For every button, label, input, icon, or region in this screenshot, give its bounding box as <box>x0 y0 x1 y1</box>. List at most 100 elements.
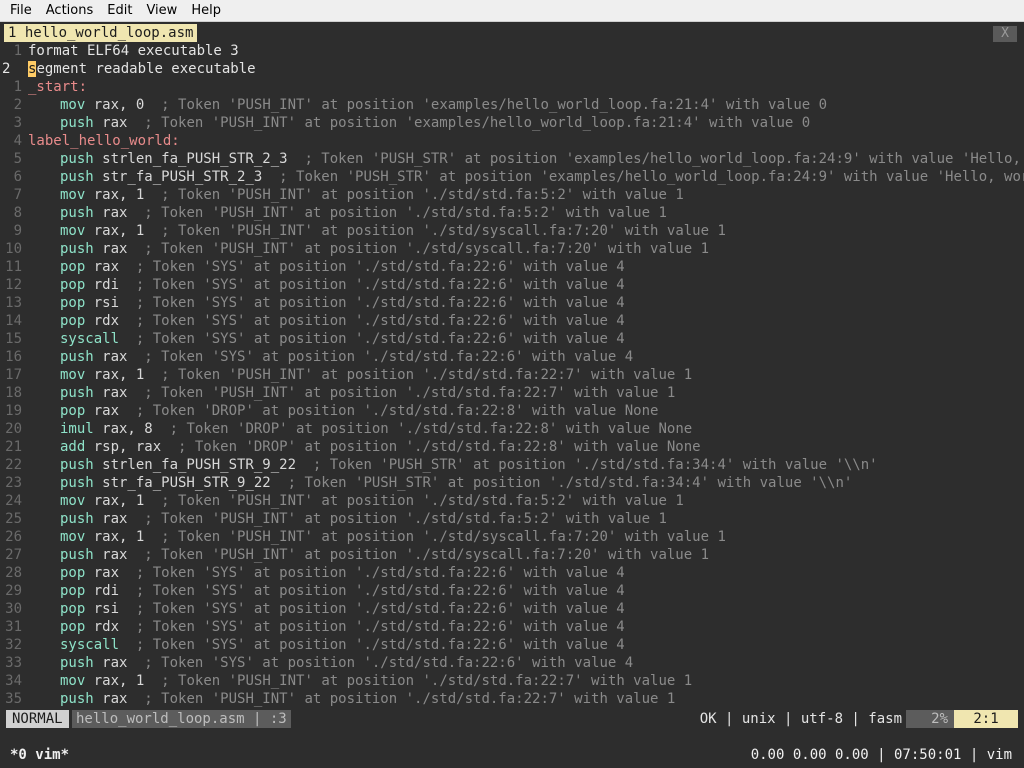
asm-comment: ; Token 'PUSH_INT' at position './std/st… <box>127 691 676 707</box>
asm-comment: ; Token 'PUSH_INT' at position './std/st… <box>127 205 667 221</box>
asm-operands: rax <box>85 565 120 581</box>
asm-instruction: mov <box>60 529 86 545</box>
asm-instruction: pop <box>60 583 86 599</box>
cursor-position: 2:1 <box>954 710 1018 728</box>
file-info: hello_world_loop.asm | :3 <box>72 710 291 728</box>
asm-comment: ; Token 'SYS' at position './std/std.fa:… <box>119 601 625 617</box>
code-text: format ELF64 executable 3 <box>28 43 239 59</box>
code-line[interactable]: 27 push rax ; Token 'PUSH_INT' at positio… <box>0 546 1024 564</box>
code-line[interactable]: 33 push rax ; Token 'SYS' at position './… <box>0 654 1024 672</box>
code-line[interactable]: 2 segment readable executable <box>0 60 1024 78</box>
asm-instruction: add <box>60 439 86 455</box>
code-line[interactable]: 20 imul rax, 8 ; Token 'DROP' at position… <box>0 420 1024 438</box>
asm-instruction: pop <box>60 313 86 329</box>
code-line[interactable]: 16 push rax ; Token 'SYS' at position './… <box>0 348 1024 366</box>
asm-instruction: mov <box>60 187 86 203</box>
code-line[interactable]: 10 push rax ; Token 'PUSH_INT' at positio… <box>0 240 1024 258</box>
asm-operands: rax, 0 <box>85 97 145 113</box>
code-line[interactable]: 15 syscall ; Token 'SYS' at position './s… <box>0 330 1024 348</box>
line-number: 2 <box>2 61 11 77</box>
asm-comment: ; Token 'DROP' at position './std/std.fa… <box>152 421 693 437</box>
line-number: 8 <box>13 205 22 221</box>
menu-help[interactable]: Help <box>184 0 228 22</box>
tmux-window-label[interactable]: *0 vim* <box>10 744 69 766</box>
menu-view[interactable]: View <box>139 0 184 22</box>
code-line[interactable]: 25 push rax ; Token 'PUSH_INT' at positio… <box>0 510 1024 528</box>
code-line[interactable]: 12 pop rdi ; Token 'SYS' at position './s… <box>0 276 1024 294</box>
code-line[interactable]: 34 mov rax, 1 ; Token 'PUSH_INT' at posit… <box>0 672 1024 690</box>
asm-instruction: pop <box>60 259 86 275</box>
asm-comment: ; Token 'DROP' at position './std/std.fa… <box>119 403 659 419</box>
asm-comment: ; Token 'SYS' at position './std/std.fa:… <box>119 331 625 347</box>
line-number: 20 <box>5 421 22 437</box>
code-line[interactable]: 13 pop rsi ; Token 'SYS' at position './s… <box>0 294 1024 312</box>
line-number: 26 <box>5 529 22 545</box>
asm-operands: rdx <box>85 619 120 635</box>
line-number: 24 <box>5 493 22 509</box>
asm-comment: ; Token 'PUSH_INT' at position './std/sy… <box>127 547 710 563</box>
code-line[interactable]: 2 mov rax, 0 ; Token 'PUSH_INT' at positi… <box>0 96 1024 114</box>
terminal[interactable]: 1 hello_world_loop.asm X 1 format ELF64 e… <box>0 22 1024 768</box>
code-line[interactable]: 4 label_hello_world: <box>0 132 1024 150</box>
editor-buffer[interactable]: 1 format ELF64 executable 3 2 segment reada… <box>0 42 1024 730</box>
asm-instruction: push <box>60 349 94 365</box>
asm-operands: rax, 1 <box>85 187 145 203</box>
asm-comment: ; Token 'SYS' at position './std/std.fa:… <box>119 583 625 599</box>
asm-operands: rax, 1 <box>85 367 145 383</box>
code-line[interactable]: 26 mov rax, 1 ; Token 'PUSH_INT' at posit… <box>0 528 1024 546</box>
asm-label: _start: <box>28 79 88 95</box>
tab-active[interactable]: 1 hello_world_loop.asm <box>4 24 198 42</box>
asm-operands: rax, 1 <box>85 529 145 545</box>
code-line[interactable]: 5 push strlen_fa_PUSH_STR_2_3 ; Token 'PU… <box>0 150 1024 168</box>
line-number: 13 <box>5 295 22 311</box>
asm-instruction: push <box>60 475 94 491</box>
line-number: 30 <box>5 601 22 617</box>
line-number: 31 <box>5 619 22 635</box>
code-line[interactable]: 29 pop rdi ; Token 'SYS' at position './s… <box>0 582 1024 600</box>
asm-comment: ; Token 'SYS' at position './std/std.fa:… <box>119 637 625 653</box>
tab-close-button[interactable]: X <box>993 26 1017 42</box>
menu-file[interactable]: File <box>3 0 39 22</box>
asm-instruction: push <box>60 511 94 527</box>
asm-comment: ; Token 'PUSH_INT' at position 'examples… <box>127 115 811 131</box>
asm-instruction: mov <box>60 223 86 239</box>
menu-actions[interactable]: Actions <box>39 0 101 22</box>
code-line[interactable]: 1 format ELF64 executable 3 <box>0 42 1024 60</box>
code-line[interactable]: 21 add rsp, rax ; Token 'DROP' at positio… <box>0 438 1024 456</box>
asm-instruction: pop <box>60 601 86 617</box>
code-line[interactable]: 30 pop rsi ; Token 'SYS' at position './s… <box>0 600 1024 618</box>
code-line[interactable]: 6 push str_fa_PUSH_STR_2_3 ; Token 'PUSH_… <box>0 168 1024 186</box>
code-line[interactable]: 28 pop rax ; Token 'SYS' at position './s… <box>0 564 1024 582</box>
asm-operands: rax, 8 <box>93 421 153 437</box>
code-line[interactable]: 18 push rax ; Token 'PUSH_INT' at positio… <box>0 384 1024 402</box>
line-number: 3 <box>13 115 22 131</box>
line-number: 12 <box>5 277 22 293</box>
code-line[interactable]: 32 syscall ; Token 'SYS' at position './s… <box>0 636 1024 654</box>
code-line[interactable]: 23 push str_fa_PUSH_STR_9_22 ; Token 'PUS… <box>0 474 1024 492</box>
asm-instruction: mov <box>60 493 86 509</box>
asm-comment: ; Token 'PUSH_INT' at position './std/st… <box>144 187 684 203</box>
code-line[interactable]: 22 push strlen_fa_PUSH_STR_9_22 ; Token '… <box>0 456 1024 474</box>
code-line[interactable]: 17 mov rax, 1 ; Token 'PUSH_INT' at posit… <box>0 366 1024 384</box>
code-line[interactable]: 19 pop rax ; Token 'DROP' at position './… <box>0 402 1024 420</box>
code-line[interactable]: 1 _start: <box>0 78 1024 96</box>
asm-operands: rax <box>93 241 128 257</box>
line-number: 7 <box>13 187 22 203</box>
code-line[interactable]: 24 mov rax, 1 ; Token 'PUSH_INT' at posit… <box>0 492 1024 510</box>
code-line[interactable]: 35 push rax ; Token 'PUSH_INT' at positio… <box>0 690 1024 708</box>
code-line[interactable]: 31 pop rdx ; Token 'SYS' at position './s… <box>0 618 1024 636</box>
code-line[interactable]: 9 mov rax, 1 ; Token 'PUSH_INT' at positi… <box>0 222 1024 240</box>
code-line[interactable]: 7 mov rax, 1 ; Token 'PUSH_INT' at positi… <box>0 186 1024 204</box>
mode-indicator: NORMAL <box>6 710 69 728</box>
menu-edit[interactable]: Edit <box>100 0 139 22</box>
menubar: File Actions Edit View Help <box>0 0 1024 22</box>
code-line[interactable]: 3 push rax ; Token 'PUSH_INT' at position… <box>0 114 1024 132</box>
code-line[interactable]: 11 pop rax ; Token 'SYS' at position './s… <box>0 258 1024 276</box>
asm-comment: ; Token 'SYS' at position './std/std.fa:… <box>119 277 625 293</box>
file-format-info: OK | unix | utf-8 | fasm <box>699 711 902 727</box>
asm-comment: ; Token 'DROP' at position './std/std.fa… <box>161 439 701 455</box>
code-line[interactable]: 8 push rax ; Token 'PUSH_INT' at position… <box>0 204 1024 222</box>
code-line[interactable]: 14 pop rdx ; Token 'SYS' at position './s… <box>0 312 1024 330</box>
asm-operands: rdi <box>85 583 120 599</box>
asm-comment: ; Token 'PUSH_INT' at position 'examples… <box>144 97 828 113</box>
